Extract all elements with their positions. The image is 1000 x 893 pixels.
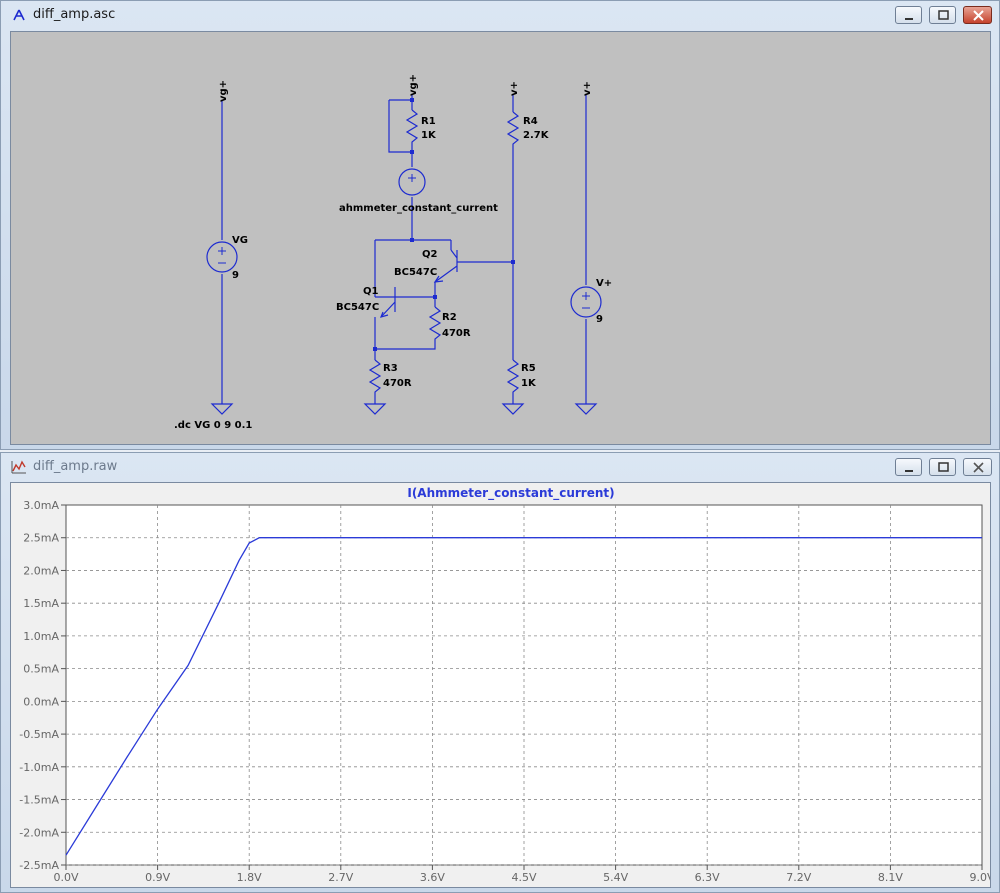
- y-tick-label: 3.0mA: [23, 499, 59, 512]
- maximize-button[interactable]: [929, 6, 956, 24]
- y-tick-label: 2.5mA: [23, 532, 59, 545]
- vplus-source-symbol: [570, 286, 602, 318]
- minimize-icon: [905, 18, 913, 20]
- maximize-icon: [938, 10, 949, 20]
- net-label-vg-left: vg+: [218, 80, 229, 102]
- junction-dot: [410, 150, 414, 154]
- junction-dot: [373, 347, 377, 351]
- r3-value: 470R: [383, 378, 412, 389]
- chart-title: I(Ahmmeter_constant_current): [407, 486, 614, 501]
- close-button[interactable]: [963, 6, 992, 24]
- ground-symbol: [574, 403, 598, 415]
- r4-value: 2.7K: [523, 130, 550, 141]
- close-icon: [973, 462, 984, 473]
- y-tick-label: -0.5mA: [19, 728, 59, 741]
- q2-transistor: [434, 249, 513, 283]
- junction-dot: [433, 295, 437, 299]
- minimize-icon: [905, 470, 913, 472]
- junction-dot: [410, 238, 414, 242]
- waveform-window-title: diff_amp.raw: [33, 459, 118, 474]
- y-tick-label: -2.0mA: [19, 826, 59, 839]
- maximize-icon: [938, 462, 949, 472]
- r2-value: 470R: [442, 328, 471, 339]
- vg-value: 9: [232, 270, 239, 281]
- ground-symbol: [501, 403, 525, 415]
- junction-dot: [511, 260, 515, 264]
- ground-symbol: [210, 403, 234, 415]
- wire: [388, 94, 413, 153]
- source-plus-sign: [408, 174, 416, 182]
- x-tick-label: 7.2V: [786, 871, 811, 884]
- x-tick-label: 5.4V: [603, 871, 628, 884]
- schematic-window: diff_amp.asc vg+ vg+ v+ v+ R1 1K R4 2.7K…: [0, 0, 1000, 450]
- r1-value: 1K: [421, 130, 437, 141]
- schematic-titlebar[interactable]: diff_amp.asc: [1, 1, 999, 29]
- x-tick-label: 0.9V: [145, 871, 170, 884]
- ltspice-schematic-icon: [13, 9, 25, 21]
- x-tick-label: 3.6V: [420, 871, 445, 884]
- wire: [395, 282, 436, 298]
- spice-directive[interactable]: .dc VG 0 9 0.1: [174, 420, 252, 431]
- waveform-icon: [11, 460, 26, 474]
- q1-model: BC547C: [336, 302, 379, 313]
- q1-name: Q1: [363, 286, 379, 297]
- minimize-button[interactable]: [895, 6, 922, 24]
- r4-resistor: [506, 111, 520, 360]
- y-tick-label: -1.0mA: [19, 761, 59, 774]
- vplus-value: 9: [596, 314, 603, 325]
- waveform-plot: I(Ahmmeter_constant_current) 3.0mA 2.5mA 2…: [19, 486, 995, 884]
- y-tick-label: 2.0mA: [23, 564, 59, 577]
- net-label-vg-mid: vg+: [408, 74, 419, 96]
- x-tick-label: 0.0V: [53, 871, 78, 884]
- x-tick-label: 2.7V: [328, 871, 353, 884]
- waveform-titlebar[interactable]: diff_amp.raw: [1, 453, 999, 481]
- r5-resistor: [506, 359, 520, 404]
- q2-model: BC547C: [394, 267, 437, 278]
- source-plus-sign: [218, 247, 226, 255]
- waveform-canvas[interactable]: I(Ahmmeter_constant_current) 3.0mA 2.5mA 2…: [10, 482, 995, 888]
- y-axis-ticks: 3.0mA 2.5mA 2.0mA 1.5mA 1.0mA 0.5mA 0.0mA -0.5m…: [19, 499, 66, 872]
- r5-name: R5: [521, 363, 536, 374]
- x-tick-label: 8.1V: [878, 871, 903, 884]
- junction-dot: [410, 98, 414, 102]
- source-plus-sign: [582, 292, 590, 300]
- net-label-v-right: v+: [582, 81, 593, 96]
- ground-symbol: [363, 403, 387, 415]
- close-icon: [973, 10, 984, 21]
- x-tick-label: 6.3V: [695, 871, 720, 884]
- y-tick-label: 0.5mA: [23, 663, 59, 676]
- r1-name: R1: [421, 116, 436, 127]
- r3-name: R3: [383, 363, 398, 374]
- r4-name: R4: [523, 116, 538, 127]
- y-tick-label: 1.0mA: [23, 630, 59, 643]
- r3-resistor: [368, 359, 382, 404]
- net-label-v-r4: v+: [509, 81, 520, 96]
- vg-source-symbol: [206, 241, 238, 273]
- close-button[interactable]: [963, 458, 992, 476]
- x-tick-label: 9.0V: [969, 871, 990, 884]
- x-tick-label: 4.5V: [511, 871, 536, 884]
- q2-name: Q2: [422, 249, 438, 260]
- waveform-window: diff_amp.raw I(Ahmmeter_constant_current…: [0, 452, 1000, 893]
- y-tick-label: -1.5mA: [19, 794, 59, 807]
- x-axis-ticks: 0.0V 0.9V 1.8V 2.7V 3.6V 4.5V 5.4V 6.3V 7.2V 8.1V…: [53, 865, 995, 884]
- schematic-drawing: vg+ vg+ v+ v+ R1 1K R4 2.7K ahmmeter_con…: [174, 74, 612, 431]
- ammeter-label: ahmmeter_constant_current: [339, 203, 498, 214]
- y-tick-label: 1.5mA: [23, 597, 59, 610]
- r2-name: R2: [442, 312, 457, 323]
- schematic-window-title: diff_amp.asc: [33, 7, 116, 22]
- r1-resistor: [405, 109, 419, 152]
- vg-name: VG: [232, 235, 248, 246]
- vplus-name: V+: [596, 278, 612, 289]
- r5-value: 1K: [521, 378, 537, 389]
- schematic-canvas[interactable]: vg+ vg+ v+ v+ R1 1K R4 2.7K ahmmeter_con…: [10, 31, 991, 445]
- minimize-button[interactable]: [895, 458, 922, 476]
- x-tick-label: 1.8V: [237, 871, 262, 884]
- y-tick-label: 0.0mA: [23, 695, 59, 708]
- maximize-button[interactable]: [929, 458, 956, 476]
